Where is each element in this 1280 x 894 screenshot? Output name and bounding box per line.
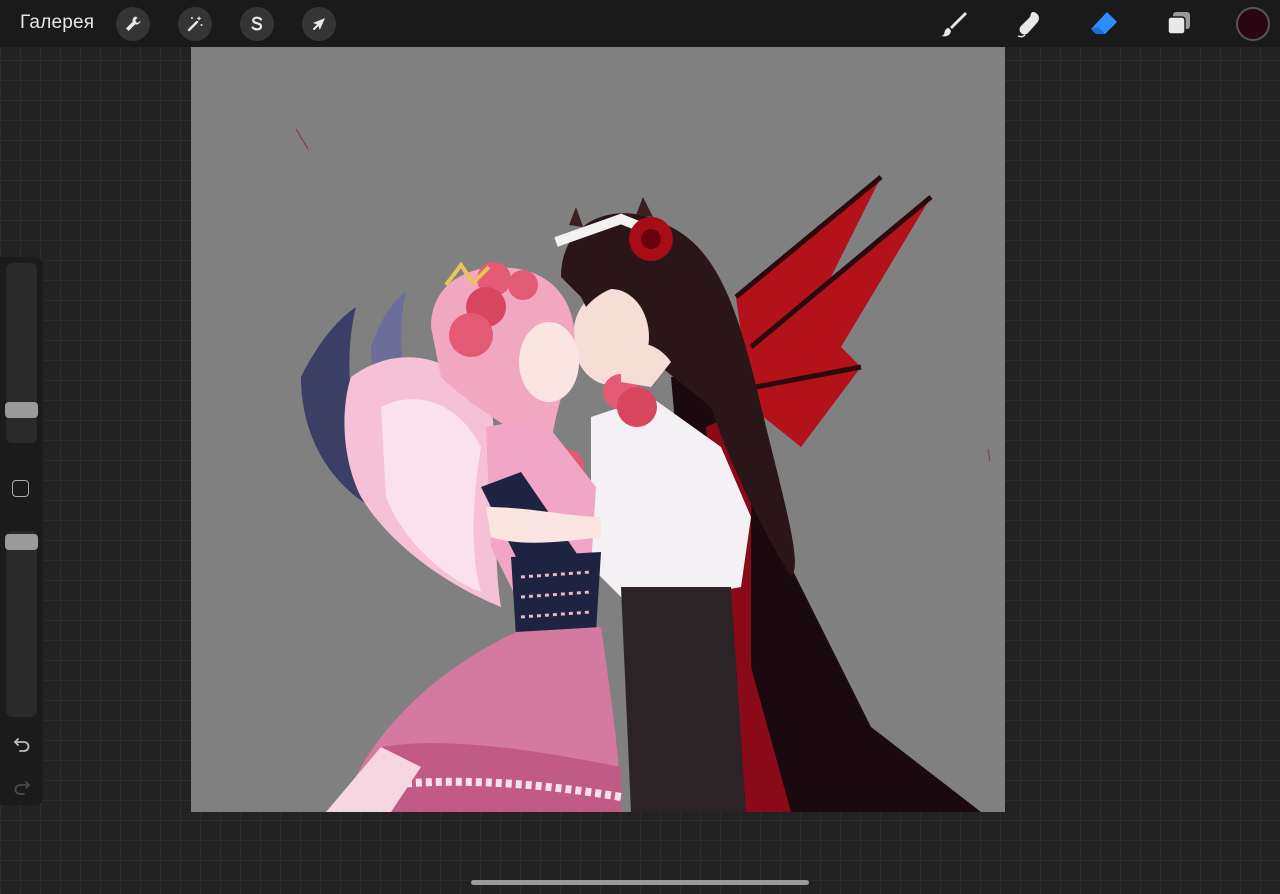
opacity-slider[interactable] [6, 531, 37, 717]
actions-button[interactable] [116, 7, 150, 41]
opacity-thumb[interactable] [5, 534, 38, 551]
transform-button[interactable] [302, 7, 336, 41]
eraser-tool-button[interactable] [1087, 7, 1121, 41]
magic-wand-icon [187, 16, 203, 32]
brush-size-thumb[interactable] [5, 402, 38, 419]
brush-icon [941, 12, 967, 37]
redo-icon [14, 781, 31, 795]
color-picker-button[interactable] [1236, 7, 1270, 41]
arrow-cursor-icon [313, 18, 325, 30]
brush-tool-button[interactable] [937, 7, 971, 41]
wrench-icon [126, 16, 141, 31]
selection-s-icon [251, 16, 263, 31]
square-modify-icon[interactable] [12, 480, 29, 497]
drawing-canvas[interactable] [191, 47, 1005, 812]
left-sidebar [0, 257, 43, 805]
redo-button[interactable] [10, 775, 34, 799]
adjustments-button[interactable] [178, 7, 212, 41]
home-indicator[interactable] [471, 880, 809, 885]
smudge-finger-icon [1017, 12, 1039, 38]
layers-button[interactable] [1162, 7, 1196, 41]
layers-icon [1167, 12, 1190, 35]
gallery-button[interactable]: Галерея [20, 12, 94, 34]
eraser-icon [1091, 12, 1117, 34]
artwork-illustration [295, 128, 991, 812]
undo-icon [13, 738, 30, 752]
undo-button[interactable] [10, 732, 34, 756]
selection-button[interactable] [240, 7, 274, 41]
smudge-tool-button[interactable] [1012, 7, 1046, 41]
top-toolbar: Галерея [0, 0, 1280, 47]
